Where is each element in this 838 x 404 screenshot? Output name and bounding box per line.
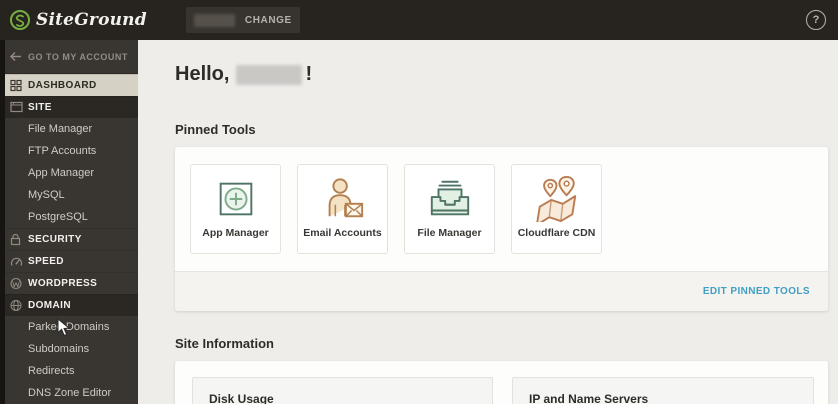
tool-tile-file-manager[interactable]: File Manager	[404, 164, 495, 254]
siteground-logo-text: SiteGround	[36, 10, 147, 30]
tool-tile-cloudflare-cdn[interactable]: Cloudflare CDN	[511, 164, 602, 254]
main-content: Hello, ! Pinned Tools App Manager Email …	[138, 40, 838, 404]
help-icon[interactable]: ?	[806, 10, 826, 30]
tool-tile-email-accounts[interactable]: Email Accounts	[297, 164, 388, 254]
file-manager-icon	[427, 174, 473, 224]
siteground-logo-icon	[9, 9, 31, 31]
lock-icon	[10, 233, 23, 246]
pinned-tools-card: App Manager Email Accounts File Manager …	[175, 147, 828, 311]
dashboard-grid-icon	[10, 79, 23, 92]
sidebar-item-mysql[interactable]: MySQL	[0, 184, 138, 206]
sidebar-item-site[interactable]: SITE	[0, 96, 138, 118]
ip-name-servers-panel: IP and Name Servers	[512, 377, 814, 404]
pinned-tools-grid: App Manager Email Accounts File Manager …	[175, 147, 828, 271]
domain-name-redacted	[193, 13, 235, 27]
site-window-icon	[10, 101, 23, 114]
sidebar-item-app-manager[interactable]: App Manager	[0, 162, 138, 184]
topbar: SiteGround CHANGE ?	[0, 0, 838, 40]
disk-usage-title: Disk Usage	[209, 392, 274, 404]
sidebar-item-file-manager[interactable]: File Manager	[0, 118, 138, 140]
tool-tile-app-manager[interactable]: App Manager	[190, 164, 281, 254]
sidebar-item-subdomains[interactable]: Subdomains	[0, 338, 138, 360]
sidebar-scrollbar[interactable]	[0, 40, 5, 404]
change-domain-button[interactable]: CHANGE	[245, 15, 292, 26]
site-information-card: Disk Usage IP and Name Servers	[175, 361, 828, 404]
pinned-tools-footer: EDIT PINNED TOOLS	[175, 271, 828, 311]
globe-icon	[10, 299, 23, 312]
site-information-title: Site Information	[175, 336, 274, 351]
edit-pinned-tools-link[interactable]: EDIT PINNED TOOLS	[703, 286, 810, 297]
sidebar: GO TO MY ACCOUNT DASHBOARD SITE File Man…	[0, 40, 138, 404]
siteground-logo[interactable]: SiteGround	[9, 9, 147, 31]
sidebar-item-go-to-my-account[interactable]: GO TO MY ACCOUNT	[0, 40, 138, 74]
sidebar-item-redirects[interactable]: Redirects	[0, 360, 138, 382]
sidebar-item-dns-zone-editor[interactable]: DNS Zone Editor	[0, 382, 138, 404]
app-manager-icon	[213, 174, 259, 224]
sidebar-item-dashboard[interactable]: DASHBOARD	[0, 74, 138, 96]
speedometer-icon	[10, 255, 23, 268]
sidebar-item-postgresql[interactable]: PostgreSQL	[0, 206, 138, 228]
email-accounts-icon	[320, 174, 366, 224]
page-title: Hello, !	[175, 63, 313, 85]
sidebar-item-parked-domains[interactable]: Parked Domains	[0, 316, 138, 338]
sidebar-item-speed[interactable]: SPEED	[0, 250, 138, 272]
pinned-tools-title: Pinned Tools	[175, 122, 256, 137]
wordpress-icon	[10, 277, 23, 290]
ip-name-servers-title: IP and Name Servers	[529, 392, 649, 404]
arrow-left-icon	[10, 50, 23, 63]
disk-usage-panel: Disk Usage	[192, 377, 493, 404]
cloudflare-cdn-icon	[534, 174, 580, 224]
username-redacted	[236, 64, 303, 85]
domain-selector[interactable]: CHANGE	[185, 7, 300, 33]
sidebar-item-wordpress[interactable]: WORDPRESS	[0, 272, 138, 294]
sidebar-item-domain[interactable]: DOMAIN	[0, 294, 138, 316]
sidebar-item-security[interactable]: SECURITY	[0, 228, 138, 250]
sidebar-item-ftp-accounts[interactable]: FTP Accounts	[0, 140, 138, 162]
